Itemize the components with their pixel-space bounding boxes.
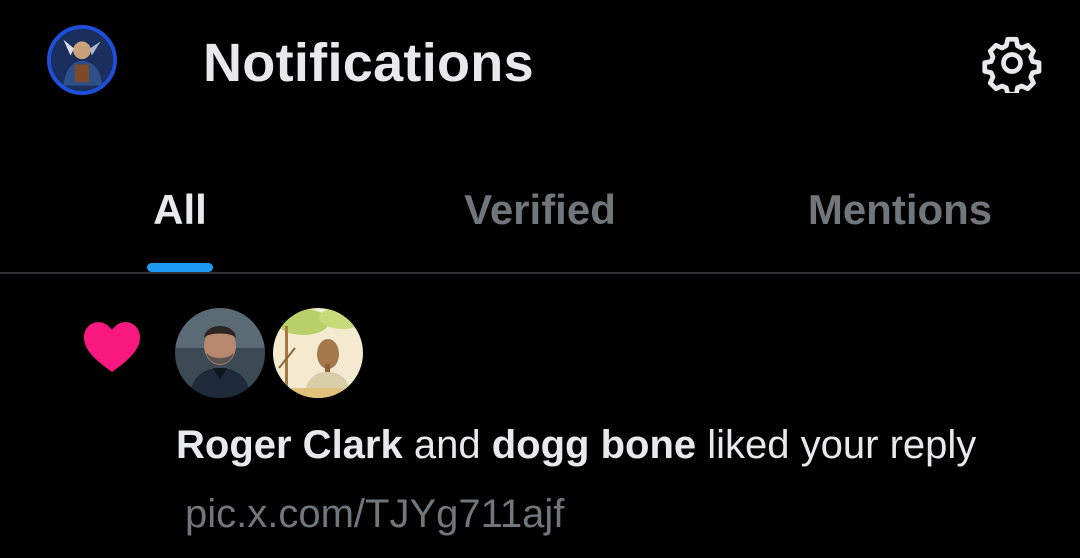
gear-icon	[982, 36, 1042, 93]
user-name[interactable]: Roger Clark	[176, 423, 403, 467]
avatar-image	[273, 308, 363, 398]
avatar-dogg-bone[interactable]	[273, 308, 363, 398]
tab-label: Mentions	[807, 186, 993, 233]
notification-text: Roger Clark and dogg bone liked your rep…	[176, 419, 976, 471]
tab-label: Verified	[464, 186, 616, 233]
tab-all[interactable]: All	[0, 160, 360, 273]
top-bar: Notifications	[0, 0, 1080, 130]
profile-picture	[51, 29, 113, 91]
settings-button[interactable]	[978, 29, 1046, 97]
connector-text: and	[413, 423, 481, 467]
notification-tabs: All Verified Mentions	[0, 160, 1080, 273]
active-tab-indicator	[147, 263, 213, 272]
notification-item[interactable]: Roger Clark and dogg bone liked your rep…	[0, 274, 1080, 558]
avatar-roger-clark[interactable]	[175, 308, 265, 398]
profile-avatar[interactable]	[47, 25, 117, 95]
tab-verified[interactable]: Verified	[360, 160, 720, 273]
page-title: Notifications	[203, 33, 534, 93]
heart-icon	[84, 322, 140, 372]
media-link[interactable]: pic.x.com/TJYg711ajf	[185, 488, 564, 540]
tab-label: All	[153, 186, 207, 233]
avatar-image	[175, 308, 265, 398]
user-name[interactable]: dogg bone	[492, 423, 696, 467]
action-text: liked your reply	[707, 423, 977, 467]
tab-mentions[interactable]: Mentions	[720, 160, 1080, 273]
